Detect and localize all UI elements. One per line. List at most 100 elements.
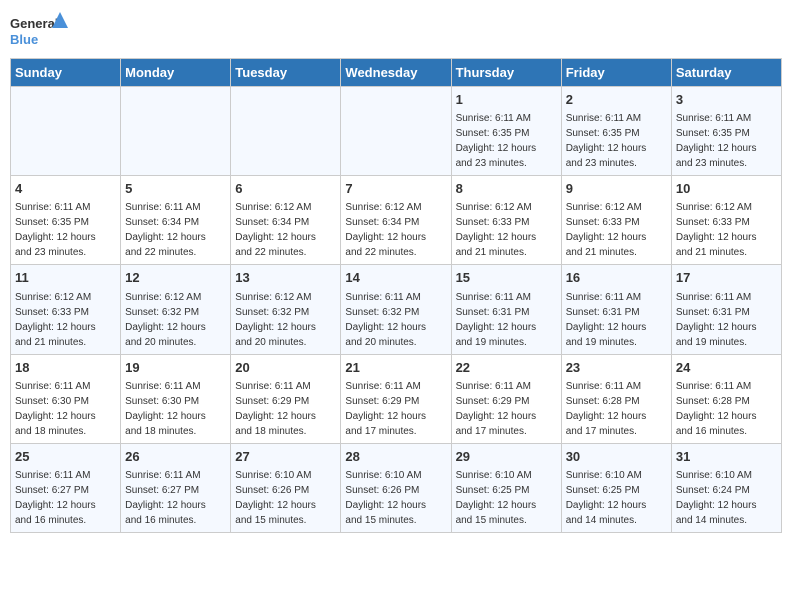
day-info: Sunrise: 6:11 AM Sunset: 6:29 PM Dayligh… — [345, 381, 426, 437]
day-info: Sunrise: 6:12 AM Sunset: 6:32 PM Dayligh… — [235, 292, 316, 348]
calendar-week-4: 18Sunrise: 6:11 AM Sunset: 6:30 PM Dayli… — [11, 354, 782, 443]
day-info: Sunrise: 6:11 AM Sunset: 6:35 PM Dayligh… — [15, 202, 96, 258]
calendar-cell: 19Sunrise: 6:11 AM Sunset: 6:30 PM Dayli… — [121, 354, 231, 443]
calendar-cell: 24 Sunrise: 6:11 AM Sunset: 6:28 PM Dayli… — [671, 354, 781, 443]
calendar-cell: 30Sunrise: 6:10 AM Sunset: 6:25 PM Dayli… — [561, 443, 671, 532]
day-info: Sunrise: 6:10 AM Sunset: 6:24 PM Dayligh… — [676, 470, 757, 526]
calendar-cell: 18Sunrise: 6:11 AM Sunset: 6:30 PM Dayli… — [11, 354, 121, 443]
header-row: SundayMondayTuesdayWednesdayThursdayFrid… — [11, 59, 782, 87]
day-info: Sunrise: 6:10 AM Sunset: 6:26 PM Dayligh… — [345, 470, 426, 526]
day-number: 26 — [125, 448, 226, 466]
day-number: 13 — [235, 269, 336, 287]
day-info: Sunrise: 6:12 AM Sunset: 6:32 PM Dayligh… — [125, 292, 206, 348]
calendar-cell: 4 Sunrise: 6:11 AM Sunset: 6:35 PM Daylig… — [11, 176, 121, 265]
day-info: Sunrise: 6:12 AM Sunset: 6:33 PM Dayligh… — [676, 202, 757, 258]
day-number: 5 — [125, 180, 226, 198]
calendar-cell: 25Sunrise: 6:11 AM Sunset: 6:27 PM Dayli… — [11, 443, 121, 532]
header-cell-wednesday: Wednesday — [341, 59, 451, 87]
day-number: 28 — [345, 448, 446, 466]
header-cell-saturday: Saturday — [671, 59, 781, 87]
header-cell-tuesday: Tuesday — [231, 59, 341, 87]
svg-text:General: General — [10, 16, 58, 31]
logo: GeneralBlue — [10, 10, 70, 50]
day-info: Sunrise: 6:11 AM Sunset: 6:30 PM Dayligh… — [15, 381, 96, 437]
day-info: Sunrise: 6:11 AM Sunset: 6:32 PM Dayligh… — [345, 292, 426, 348]
calendar-week-3: 11 Sunrise: 6:12 AM Sunset: 6:33 PM Dayli… — [11, 265, 782, 354]
day-info: Sunrise: 6:11 AM Sunset: 6:31 PM Dayligh… — [676, 292, 757, 348]
header-cell-sunday: Sunday — [11, 59, 121, 87]
day-number: 15 — [456, 269, 557, 287]
day-number: 22 — [456, 359, 557, 377]
day-info: Sunrise: 6:11 AM Sunset: 6:35 PM Dayligh… — [566, 113, 647, 169]
day-info: Sunrise: 6:11 AM Sunset: 6:35 PM Dayligh… — [676, 113, 757, 169]
day-number: 30 — [566, 448, 667, 466]
calendar-cell: 1 Sunrise: 6:11 AM Sunset: 6:35 PM Daylig… — [451, 87, 561, 176]
calendar-cell: 6 Sunrise: 6:12 AM Sunset: 6:34 PM Daylig… — [231, 176, 341, 265]
day-info: Sunrise: 6:11 AM Sunset: 6:35 PM Dayligh… — [456, 113, 537, 169]
calendar-cell: 11 Sunrise: 6:12 AM Sunset: 6:33 PM Dayli… — [11, 265, 121, 354]
day-number: 8 — [456, 180, 557, 198]
day-number: 29 — [456, 448, 557, 466]
day-number: 20 — [235, 359, 336, 377]
calendar-cell: 3 Sunrise: 6:11 AM Sunset: 6:35 PM Daylig… — [671, 87, 781, 176]
calendar-week-2: 4 Sunrise: 6:11 AM Sunset: 6:35 PM Daylig… — [11, 176, 782, 265]
day-info: Sunrise: 6:12 AM Sunset: 6:34 PM Dayligh… — [235, 202, 316, 258]
calendar-cell: 13 Sunrise: 6:12 AM Sunset: 6:32 PM Dayli… — [231, 265, 341, 354]
calendar-cell: 8 Sunrise: 6:12 AM Sunset: 6:33 PM Daylig… — [451, 176, 561, 265]
day-number: 21 — [345, 359, 446, 377]
day-number: 4 — [15, 180, 116, 198]
calendar-cell: 2 Sunrise: 6:11 AM Sunset: 6:35 PM Daylig… — [561, 87, 671, 176]
day-number: 19 — [125, 359, 226, 377]
day-number: 7 — [345, 180, 446, 198]
day-number: 24 — [676, 359, 777, 377]
day-info: Sunrise: 6:12 AM Sunset: 6:33 PM Dayligh… — [15, 292, 96, 348]
calendar-cell: 9 Sunrise: 6:12 AM Sunset: 6:33 PM Daylig… — [561, 176, 671, 265]
day-info: Sunrise: 6:11 AM Sunset: 6:28 PM Dayligh… — [676, 381, 757, 437]
calendar-cell: 10 Sunrise: 6:12 AM Sunset: 6:33 PM Dayli… — [671, 176, 781, 265]
logo-svg: GeneralBlue — [10, 10, 70, 50]
calendar-cell: 23Sunrise: 6:11 AM Sunset: 6:28 PM Dayli… — [561, 354, 671, 443]
day-number: 3 — [676, 91, 777, 109]
calendar-week-1: 1 Sunrise: 6:11 AM Sunset: 6:35 PM Daylig… — [11, 87, 782, 176]
day-number: 6 — [235, 180, 336, 198]
header-cell-monday: Monday — [121, 59, 231, 87]
calendar-cell: 17 Sunrise: 6:11 AM Sunset: 6:31 PM Dayli… — [671, 265, 781, 354]
calendar-cell: 16 Sunrise: 6:11 AM Sunset: 6:31 PM Dayli… — [561, 265, 671, 354]
day-info: Sunrise: 6:11 AM Sunset: 6:29 PM Dayligh… — [235, 381, 316, 437]
day-number: 12 — [125, 269, 226, 287]
calendar-cell: 26Sunrise: 6:11 AM Sunset: 6:27 PM Dayli… — [121, 443, 231, 532]
day-number: 31 — [676, 448, 777, 466]
day-info: Sunrise: 6:11 AM Sunset: 6:31 PM Dayligh… — [566, 292, 647, 348]
day-number: 9 — [566, 180, 667, 198]
day-info: Sunrise: 6:11 AM Sunset: 6:27 PM Dayligh… — [15, 470, 96, 526]
calendar-cell — [341, 87, 451, 176]
calendar-cell — [121, 87, 231, 176]
calendar-cell — [231, 87, 341, 176]
calendar-cell: 14 Sunrise: 6:11 AM Sunset: 6:32 PM Dayli… — [341, 265, 451, 354]
day-info: Sunrise: 6:12 AM Sunset: 6:33 PM Dayligh… — [566, 202, 647, 258]
day-number: 17 — [676, 269, 777, 287]
calendar-cell: 7Sunrise: 6:12 AM Sunset: 6:34 PM Daylig… — [341, 176, 451, 265]
day-info: Sunrise: 6:10 AM Sunset: 6:26 PM Dayligh… — [235, 470, 316, 526]
day-number: 2 — [566, 91, 667, 109]
calendar-cell: 12 Sunrise: 6:12 AM Sunset: 6:32 PM Dayli… — [121, 265, 231, 354]
day-number: 16 — [566, 269, 667, 287]
calendar-cell: 20 Sunrise: 6:11 AM Sunset: 6:29 PM Dayli… — [231, 354, 341, 443]
day-number: 1 — [456, 91, 557, 109]
calendar-week-5: 25Sunrise: 6:11 AM Sunset: 6:27 PM Dayli… — [11, 443, 782, 532]
day-number: 14 — [345, 269, 446, 287]
calendar-cell — [11, 87, 121, 176]
day-info: Sunrise: 6:12 AM Sunset: 6:33 PM Dayligh… — [456, 202, 537, 258]
day-info: Sunrise: 6:11 AM Sunset: 6:31 PM Dayligh… — [456, 292, 537, 348]
day-number: 11 — [15, 269, 116, 287]
svg-text:Blue: Blue — [10, 32, 38, 47]
day-number: 10 — [676, 180, 777, 198]
day-info: Sunrise: 6:11 AM Sunset: 6:28 PM Dayligh… — [566, 381, 647, 437]
calendar-cell: 22 Sunrise: 6:11 AM Sunset: 6:29 PM Dayli… — [451, 354, 561, 443]
day-info: Sunrise: 6:10 AM Sunset: 6:25 PM Dayligh… — [456, 470, 537, 526]
header-cell-thursday: Thursday — [451, 59, 561, 87]
calendar-table: SundayMondayTuesdayWednesdayThursdayFrid… — [10, 58, 782, 533]
day-info: Sunrise: 6:11 AM Sunset: 6:29 PM Dayligh… — [456, 381, 537, 437]
day-number: 27 — [235, 448, 336, 466]
day-info: Sunrise: 6:11 AM Sunset: 6:34 PM Dayligh… — [125, 202, 206, 258]
